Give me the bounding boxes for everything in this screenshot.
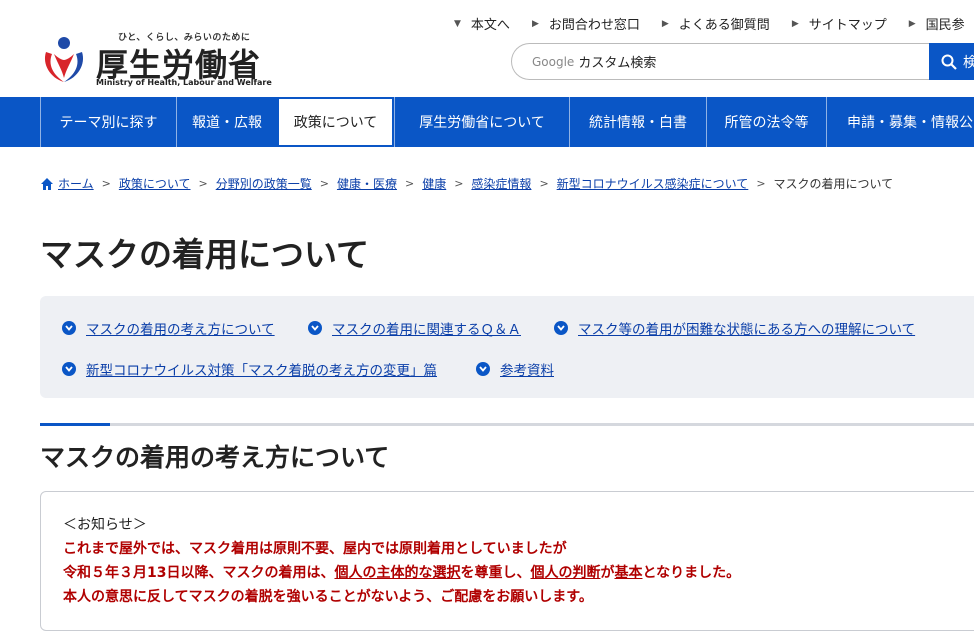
notice-emphasis: 個人の判断 <box>530 565 601 581</box>
anchor-link-label: 新型コロナウイルス対策「マスク着脱の考え方の変更」篇 <box>86 363 437 379</box>
mhlw-logo-icon <box>44 37 84 82</box>
anchor-link-understanding[interactable]: マスク等の着用が困難な状態にある方への理解について <box>554 318 915 338</box>
util-link-label: よくある御質問 <box>678 18 770 33</box>
notice-box: ＜お知らせ＞ これまで屋外では、マスク着用は原則不要、屋内では原則着用としていま… <box>40 491 974 631</box>
notice-line-2: 令和５年３月13日以降、マスクの着用は、個人の主体的な選択を尊重し、個人の判断が… <box>63 562 740 582</box>
gnav-item-applications[interactable]: 申請・募集・情報公 <box>826 97 974 147</box>
section-divider-accent <box>40 423 110 426</box>
notice-text: となりました。 <box>642 565 741 581</box>
google-brand-label: Google <box>532 54 575 69</box>
breadcrumb-current: マスクの着用について <box>773 177 894 191</box>
notice-heading: ＜お知らせ＞ <box>63 517 147 533</box>
anchor-link-references[interactable]: 参考資料 <box>476 359 554 379</box>
anchor-link-label: マスクの着用に関連するＱ＆Ａ <box>332 322 521 338</box>
breadcrumb-separator-icon: > <box>539 177 549 190</box>
search-placeholder: カスタム検索 <box>578 56 657 71</box>
breadcrumb-link-home[interactable]: ホーム <box>58 175 94 192</box>
section-title: マスクの着用の考え方について <box>40 443 390 472</box>
gnav-item-about[interactable]: 厚生労働省について <box>394 97 569 147</box>
section-divider <box>40 423 974 426</box>
chevron-down-circle-icon <box>62 321 76 335</box>
notice-text: 令和５年３月13日以降、マスクの着用は、 <box>63 565 335 581</box>
breadcrumb-separator-icon: > <box>454 177 464 190</box>
notice-emphasis: 個人の主体的な選択 <box>334 565 461 581</box>
page-title: マスクの着用について <box>40 235 370 274</box>
chevron-right-icon: ▶ <box>531 18 539 29</box>
notice-emphasis: 基本 <box>614 565 643 581</box>
chevron-right-icon: ▶ <box>661 18 669 29</box>
anchor-link-approach[interactable]: マスクの着用の考え方について <box>62 318 275 338</box>
breadcrumb-separator-icon: > <box>404 177 415 190</box>
util-link-public[interactable]: ▶ 国民参 <box>909 14 965 33</box>
site-header: ひと、くらし、みらいのために 厚生労働省 Ministry of Health,… <box>0 0 974 97</box>
util-link-contact[interactable]: ▶ お問合わせ窓口 <box>532 14 640 33</box>
site-logo[interactable]: ひと、くらし、みらいのために 厚生労働省 Ministry of Health,… <box>40 28 272 92</box>
notice-text: が <box>600 565 615 581</box>
chevron-down-icon: ▼ <box>454 18 461 29</box>
breadcrumb-separator-icon: > <box>101 177 111 190</box>
breadcrumb-link-covid[interactable]: 新型コロナウイルス感染症について <box>557 175 749 192</box>
chevron-down-circle-icon <box>62 362 76 376</box>
gnav-item-themes[interactable]: テーマ別に探す <box>40 97 176 147</box>
chevron-right-icon: ▶ <box>791 18 799 29</box>
notice-line-1: これまで屋外では、マスク着用は原則不要、屋内では原則着用としていましたが <box>63 541 567 557</box>
chevron-down-circle-icon <box>554 321 568 335</box>
notice-line-3: 本人の意思に反してマスクの着脱を強いることがないよう、ご配慮をお願いします。 <box>63 589 593 605</box>
anchor-link-qa[interactable]: マスクの着用に関連するＱ＆Ａ <box>308 318 521 338</box>
util-link-label: サイトマップ <box>808 18 887 33</box>
search-button-label: 検 <box>963 54 974 71</box>
notice-text: を尊重し、 <box>460 565 531 581</box>
anchor-link-label: マスクの着用の考え方について <box>86 322 275 338</box>
page-anchor-nav: マスクの着用の考え方について マスクの着用に関連するＱ＆Ａ マスク等の着用が困難… <box>40 296 974 398</box>
breadcrumb-link-health-medical[interactable]: 健康・医療 <box>337 175 397 192</box>
home-icon <box>41 177 53 190</box>
breadcrumb-separator-icon: > <box>756 177 766 190</box>
utility-nav: ▼ 本文へ ▶ お問合わせ窓口 ▶ よくある御質問 ▶ サイトマップ ▶ 国民参 <box>454 14 974 33</box>
breadcrumb-link-policy[interactable]: 政策について <box>119 175 191 192</box>
search-icon <box>941 54 957 70</box>
gnav-item-laws[interactable]: 所管の法令等 <box>706 97 826 147</box>
search-button[interactable]: 検 <box>929 43 974 80</box>
chevron-right-icon: ▶ <box>908 18 916 29</box>
search-input[interactable]: Google カスタム検索 <box>511 43 931 80</box>
gnav-item-statistics[interactable]: 統計情報・白書 <box>569 97 706 147</box>
util-link-label: お問合わせ窓口 <box>548 18 640 33</box>
util-link-skip[interactable]: ▼ 本文へ <box>454 14 510 33</box>
breadcrumb-link-infectious[interactable]: 感染症情報 <box>471 175 531 192</box>
util-link-label: 本文へ <box>470 18 510 33</box>
breadcrumb-link-health[interactable]: 健康 <box>422 175 446 192</box>
gnav-item-press[interactable]: 報道・広報 <box>176 97 277 147</box>
breadcrumb: ホーム > 政策について > 分野別の政策一覧 > 健康・医療 > 健康 > 感… <box>40 175 893 192</box>
breadcrumb-separator-icon: > <box>319 177 329 190</box>
chevron-down-circle-icon <box>476 362 490 376</box>
anchor-link-campaign[interactable]: 新型コロナウイルス対策「マスク着脱の考え方の変更」篇 <box>62 359 437 379</box>
breadcrumb-link-fields[interactable]: 分野別の政策一覧 <box>216 175 312 192</box>
util-link-sitemap[interactable]: ▶ サイトマップ <box>792 14 887 33</box>
gnav-item-policy[interactable]: 政策について <box>277 97 394 147</box>
anchor-link-label: 参考資料 <box>500 363 554 379</box>
chevron-down-circle-icon <box>308 321 322 335</box>
anchor-link-label: マスク等の着用が困難な状態にある方への理解について <box>578 322 916 338</box>
logo-english: Ministry of Health, Labour and Welfare <box>96 78 272 87</box>
global-nav: テーマ別に探す 報道・広報 政策について 厚生労働省について 統計情報・白書 所… <box>0 97 974 147</box>
util-link-label: 国民参 <box>925 18 965 33</box>
util-link-faq[interactable]: ▶ よくある御質問 <box>662 14 770 33</box>
breadcrumb-separator-icon: > <box>198 177 208 190</box>
